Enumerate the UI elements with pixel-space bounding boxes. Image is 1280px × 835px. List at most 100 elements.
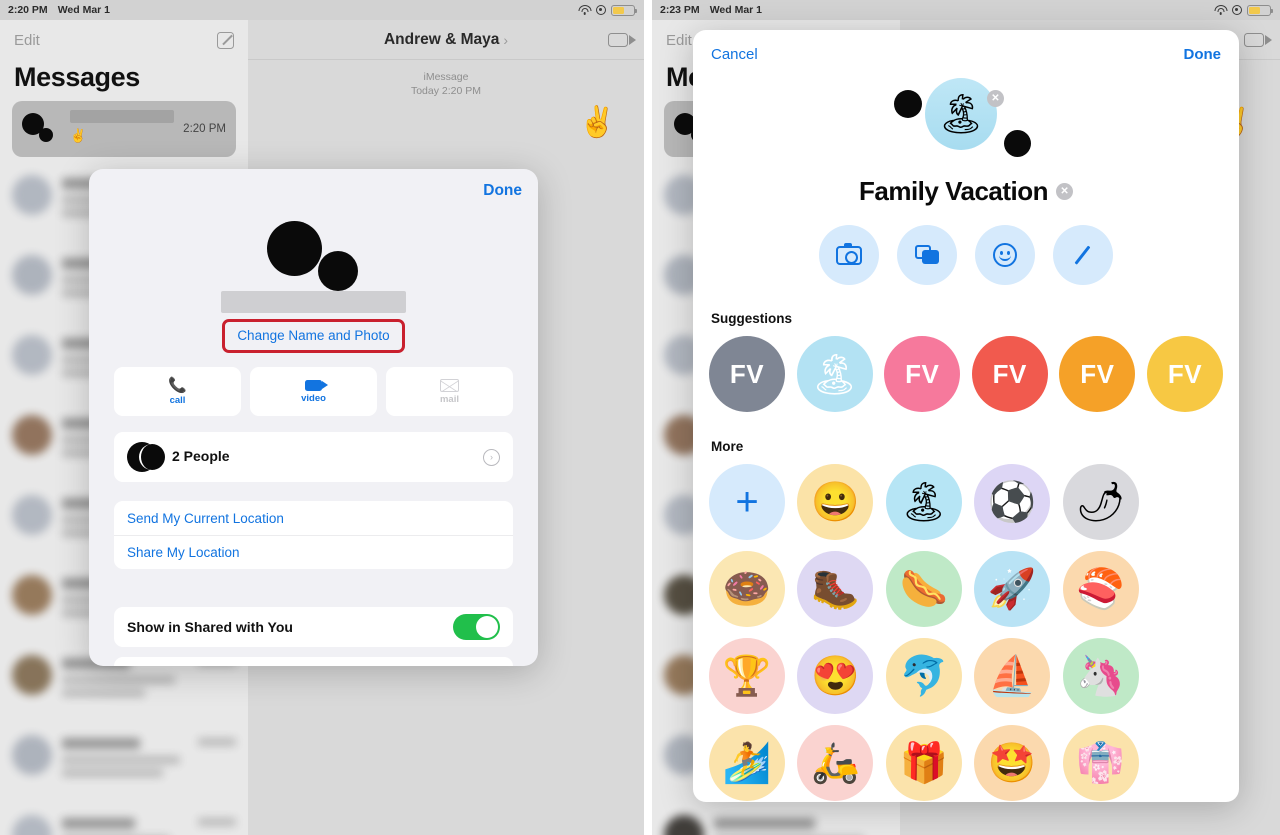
group-name-input[interactable]: Family Vacation	[859, 176, 1049, 207]
status-time: 2:20 PM	[8, 4, 48, 16]
sidebar-toolbar: Edit	[0, 20, 248, 60]
more-grid: +😀🏝⚽🌶🍩🥾🌭🚀🍣🏆😍🐬⛵🦄🏄🛵🎁🤩👘🤙⛺🎩🧸	[693, 464, 1239, 802]
suggestion-0[interactable]: FV	[709, 336, 785, 412]
photos-tool-button[interactable]	[897, 225, 957, 285]
change-name-and-photo-highlight: Change Name and Photo	[222, 319, 405, 353]
group-avatar[interactable]	[89, 213, 538, 291]
suggestion-2[interactable]: FV	[884, 336, 961, 412]
panel-left-details: 2:20 PM Wed Mar 1 Edit Messages ✌️ 2:20 …	[0, 0, 644, 835]
quick-actions: 📞 call video mail	[89, 353, 538, 416]
done-button[interactable]: Done	[1184, 46, 1222, 63]
emoji-dolphin[interactable]: 🐬	[885, 638, 962, 714]
message-bubble-emoji: ✌️	[578, 106, 616, 139]
status-bar-left: 2:20 PM Wed Mar 1	[0, 0, 644, 20]
emoji-wrapped-gift[interactable]: 🎁	[885, 725, 962, 801]
emoji-heart-eyes[interactable]: 😍	[797, 638, 874, 714]
avatar-member-1	[894, 90, 922, 118]
facetime-video-icon[interactable]	[1244, 32, 1272, 47]
list-item[interactable]	[0, 725, 248, 805]
chevron-right-icon[interactable]: ›	[503, 32, 508, 48]
emoji-surfer[interactable]: 🏄	[709, 725, 785, 801]
share-my-location-row[interactable]: Share My Location	[114, 535, 513, 569]
emoji-desert-island[interactable]: 🏝	[885, 464, 962, 540]
edit-button[interactable]: Edit	[14, 32, 40, 49]
photo-source-tools	[693, 225, 1239, 285]
chevron-right-icon[interactable]: ›	[483, 448, 500, 466]
screenshot-stage: 2:20 PM Wed Mar 1 Edit Messages ✌️ 2:20 …	[0, 0, 1280, 835]
group-name-row: Family Vacation ✕	[693, 176, 1239, 207]
facetime-video-icon[interactable]	[608, 32, 636, 47]
battery-icon	[611, 4, 637, 16]
emoji-trophy[interactable]: 🏆	[709, 638, 785, 714]
conversation-row-selected[interactable]: ✌️ 2:20 PM	[12, 101, 236, 157]
emoji-doughnut[interactable]: 🍩	[709, 551, 785, 627]
status-date: Wed Mar 1	[709, 4, 763, 16]
conversation-time: 2:20 PM	[183, 123, 226, 135]
clear-x-icon[interactable]: ✕	[1056, 183, 1074, 200]
video-button[interactable]: video	[250, 367, 377, 416]
people-text: 2 People	[172, 448, 230, 466]
edit-button[interactable]: Edit	[666, 32, 692, 49]
panel-divider	[644, 0, 652, 835]
panel-right-name-photo: 2:23 PM Wed Mar 1 Edit Messages	[652, 0, 1280, 835]
people-row[interactable]: 2 People ›	[114, 432, 513, 482]
wifi-icon	[578, 5, 591, 15]
emoji-rocket[interactable]: 🚀	[974, 551, 1051, 627]
cancel-button[interactable]: Cancel	[711, 46, 758, 63]
status-indicators	[578, 4, 637, 16]
mail-envelope-icon	[440, 378, 459, 392]
avatar	[127, 440, 165, 474]
emoji-grinning-face[interactable]: 😀	[797, 464, 874, 540]
send-my-current-location-label: Send My Current Location	[127, 510, 284, 526]
thread-contact-name[interactable]: Andrew & Maya	[384, 31, 499, 49]
call-button[interactable]: 📞 call	[114, 367, 241, 416]
mail-label: mail	[439, 393, 459, 405]
suggestion-5[interactable]: FV	[1146, 336, 1223, 412]
next-card-peek	[114, 657, 513, 666]
location-icon	[1232, 5, 1242, 15]
compose-icon[interactable]	[217, 31, 234, 49]
list-item[interactable]	[0, 805, 248, 835]
list-item[interactable]	[652, 805, 900, 835]
photos-icon	[914, 245, 940, 265]
emoji-star-struck[interactable]: 🤩	[974, 725, 1051, 801]
change-name-and-photo-button[interactable]: Change Name and Photo	[237, 328, 389, 343]
send-my-current-location-row[interactable]: Send My Current Location	[114, 501, 513, 535]
mail-button: mail	[386, 367, 513, 416]
conversation-details-sheet: Done Change Name and Photo 📞 call video …	[89, 169, 538, 666]
remove-x-icon[interactable]: ✕	[987, 90, 1004, 107]
emoji-soccer-ball[interactable]: ⚽	[974, 464, 1051, 540]
suggestions-section: Suggestions FV 🏝 FV FV FV FV	[693, 311, 1239, 412]
suggestion-1[interactable]: 🏝	[796, 336, 873, 412]
suggestion-4[interactable]: FV	[1059, 336, 1136, 412]
group-photo-preview: 🏝 ✕	[693, 78, 1239, 168]
people-count-label: 2 People	[172, 448, 230, 464]
suggestion-3[interactable]: FV	[971, 336, 1048, 412]
emoji-sailboat[interactable]: ⛵	[974, 638, 1051, 714]
emoji-kimono[interactable]: 👘	[1062, 725, 1139, 801]
emoji-sushi[interactable]: 🍣	[1062, 551, 1139, 627]
location-icon	[596, 5, 606, 15]
emoji-tool-button[interactable]	[975, 225, 1035, 285]
avatar-secondary	[318, 251, 358, 291]
status-date: Wed Mar 1	[57, 4, 111, 16]
shared-with-you-row[interactable]: Show in Shared with You	[114, 607, 513, 647]
add-photo-button[interactable]: +	[709, 464, 785, 540]
emoji-hot-dog[interactable]: 🌭	[885, 551, 962, 627]
camera-tool-button[interactable]	[819, 225, 879, 285]
status-indicators	[1214, 4, 1273, 16]
emoji-unicorn[interactable]: 🦄	[1062, 638, 1139, 714]
done-button[interactable]: Done	[483, 182, 522, 200]
emoji-hiking-boot[interactable]: 🥾	[797, 551, 874, 627]
group-photo-avatar[interactable]: 🏝	[925, 78, 997, 150]
shared-with-you-toggle[interactable]	[453, 614, 500, 640]
emoji-scooter[interactable]: 🛵	[797, 725, 874, 801]
pencil-icon	[1071, 243, 1095, 267]
page-title: Messages	[14, 62, 140, 92]
draw-tool-button[interactable]	[1053, 225, 1113, 285]
emoji-hot-pepper[interactable]: 🌶	[1062, 464, 1139, 540]
suggestions-heading: Suggestions	[711, 311, 793, 326]
camera-icon	[836, 242, 862, 265]
name-and-photo-sheet: Cancel Done 🏝 ✕ Family Vacation ✕ Sugges…	[693, 30, 1239, 802]
avatar-member-2	[1004, 130, 1031, 157]
